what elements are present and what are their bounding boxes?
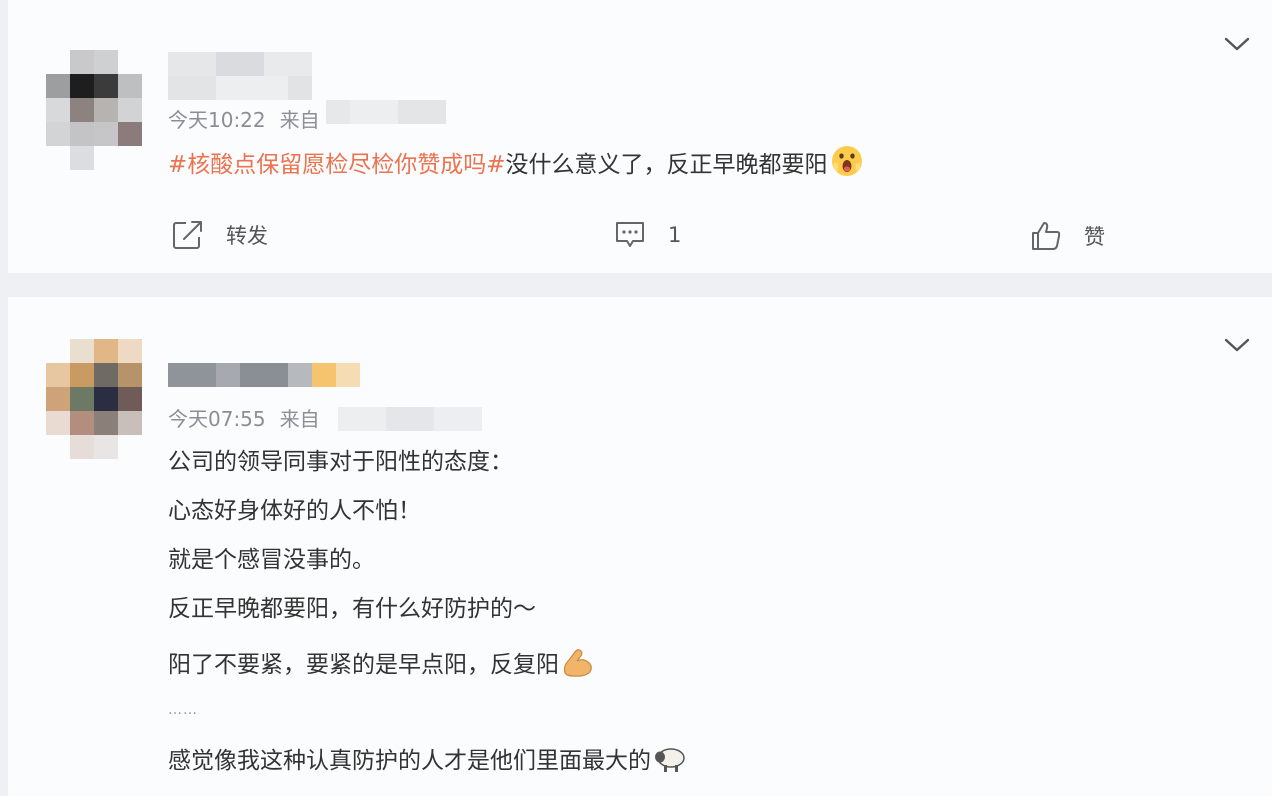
comment-icon	[616, 222, 644, 247]
source-redacted[interactable]	[326, 100, 446, 124]
post-line: 反正早晚都要阳，有什么好防护的～	[168, 596, 536, 622]
post-content: #核酸点保留愿检尽检你赞成吗#没什么意义了，反正早晚都要阳	[168, 144, 864, 180]
post-line: 心态好身体好的人不怕！	[168, 498, 421, 524]
source-label: 来自	[279, 108, 320, 132]
sheep-icon	[655, 748, 685, 772]
chevron-down-icon[interactable]	[1224, 337, 1250, 353]
source-redacted[interactable]	[338, 407, 482, 431]
post-line: 公司的领导同事对于阳性的态度：	[168, 449, 513, 475]
repost-icon	[173, 221, 202, 249]
post-card: 今天10:22 来自 #核酸点保留愿检尽检你赞成吗#没什么意义了，反正早晚都要阳 …	[8, 0, 1272, 273]
like-button[interactable]: 赞	[1030, 220, 1105, 252]
hashtag-link[interactable]: #核酸点保留愿检尽检你赞成吗#	[168, 152, 506, 178]
comment-count: 1	[668, 223, 682, 247]
post-line: 阳了不要紧，要紧的是早点阳，反复阳	[168, 646, 595, 680]
username-redacted[interactable]	[168, 76, 312, 100]
repost-button[interactable]: 转发	[172, 220, 268, 250]
thumbs-up-icon	[1032, 222, 1061, 250]
like-label: 赞	[1084, 225, 1105, 249]
post-meta: 今天10:22 来自	[168, 104, 320, 133]
username-redacted[interactable]	[168, 52, 312, 76]
avatar[interactable]	[46, 339, 142, 459]
source-label: 来自	[279, 407, 320, 431]
post-card: 今天07:55 来自 公司的领导同事对于阳性的态度： 心态好身体好的人不怕！ 就是…	[8, 297, 1272, 796]
flexed-biceps-icon	[563, 649, 592, 677]
post-line-text: 阳了不要紧，要紧的是早点阳，反复阳	[168, 652, 559, 678]
scream-emoji-icon	[831, 146, 862, 176]
chevron-down-icon[interactable]	[1224, 36, 1250, 52]
post-line: 就是个感冒没事的。	[168, 547, 375, 573]
post-line: 感觉像我这种认真防护的人才是他们里面最大的	[168, 744, 687, 776]
post-line: ……	[168, 702, 198, 718]
post-line-text: 感觉像我这种认真防护的人才是他们里面最大的	[168, 748, 651, 774]
post-time[interactable]: 今天07:55	[168, 407, 266, 431]
post-meta: 今天07:55 来自	[168, 403, 320, 432]
avatar[interactable]	[46, 50, 142, 170]
username-redacted[interactable]	[168, 363, 360, 387]
repost-label: 转发	[226, 224, 268, 248]
comment-button[interactable]: 1	[614, 220, 681, 250]
post-body: 没什么意义了，反正早晚都要阳	[505, 152, 828, 178]
post-time[interactable]: 今天10:22	[168, 108, 266, 132]
